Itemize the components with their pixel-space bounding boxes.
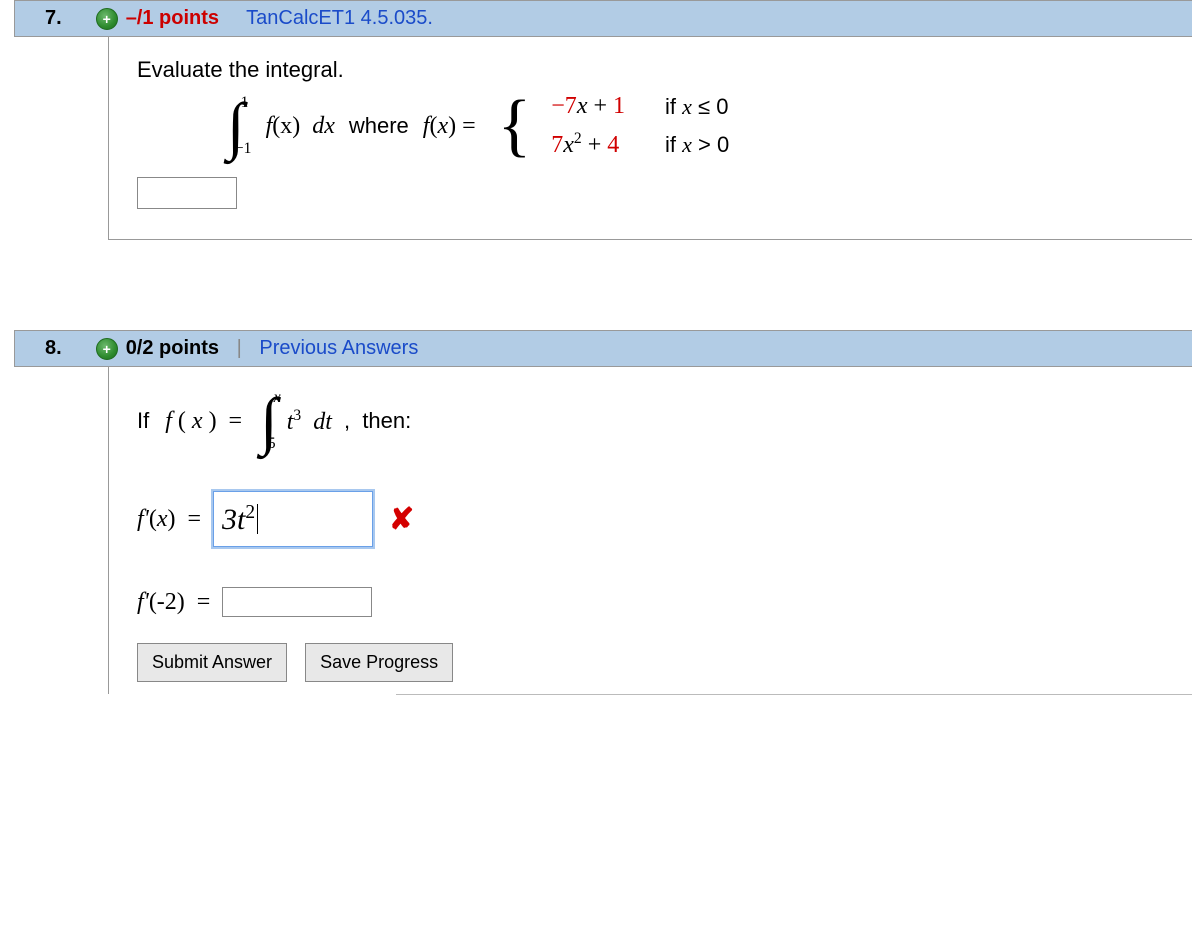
previous-answers-link[interactable]: Previous Answers (259, 337, 418, 360)
then-text: , then: (338, 408, 411, 434)
divider (396, 694, 1192, 704)
fx-label: f(x) = (423, 113, 476, 140)
piece-1-expr: −7x + 1 (551, 93, 625, 120)
integral-symbol: ∫ x 5 (260, 391, 281, 451)
question-8-body: If f(x) = ∫ x 5 t3 dt , then: f'( (108, 367, 1192, 694)
q8-premise: If f(x) = ∫ x 5 t3 dt , then: (137, 391, 1164, 451)
where-text: where (349, 113, 409, 139)
question-8-header: 8. + 0/2 points | Previous Answers (14, 330, 1192, 367)
question-7-header: 7. + –/1 points TanCalcET1 4.5.035. (14, 0, 1192, 37)
save-progress-button[interactable]: Save Progress (305, 643, 453, 682)
question-7: 7. + –/1 points TanCalcET1 4.5.035. Eval… (0, 0, 1192, 240)
fprime-x-label: f'(x) = (137, 506, 207, 533)
fprime-neg2-row: f'(-2) = (137, 587, 1164, 617)
expand-icon[interactable]: + (96, 8, 118, 30)
q8-integrand: t3 dt (287, 407, 332, 436)
integrand: f(x) dx (266, 113, 335, 140)
brace-icon: { (498, 98, 532, 154)
fprime-neg2-input[interactable] (222, 587, 372, 617)
separator: | (231, 337, 247, 360)
q7-answer-input[interactable] (137, 177, 237, 209)
submit-answer-button[interactable]: Submit Answer (137, 643, 287, 682)
piece-2-condition: if x > 0 (665, 132, 729, 158)
fprime-x-input[interactable]: 3t2 (213, 491, 373, 547)
incorrect-icon: ✘ (389, 502, 414, 537)
question-number: 7. (45, 7, 62, 30)
piecewise-definition: −7x + 1 if x ≤ 0 7x2 + 4 if x > 0 (551, 93, 729, 159)
question-8: 8. + 0/2 points | Previous Answers If f(… (0, 330, 1192, 704)
points-label: –/1 points (126, 7, 219, 30)
source-reference: TanCalcET1 4.5.035. (246, 7, 433, 30)
button-row: Submit Answer Save Progress (137, 643, 1164, 682)
expand-icon[interactable]: + (96, 338, 118, 360)
piece-2-expr: 7x2 + 4 (551, 130, 625, 159)
piece-1-condition: if x ≤ 0 (665, 94, 729, 120)
question-7-body: Evaluate the integral. ∫ 1 −1 f(x) dx wh… (108, 37, 1192, 240)
integral-symbol: ∫ 1 −1 (227, 96, 252, 156)
fprime-neg2-label: f'(-2) = (137, 589, 216, 616)
prompt-text: Evaluate the integral. (137, 57, 1164, 83)
points-label: 0/2 points (126, 337, 219, 360)
question-number: 8. (45, 337, 62, 360)
fprime-x-row: f'(x) = 3t2 ✘ (137, 491, 1164, 547)
integral-expression: ∫ 1 −1 f(x) dx where f(x) = { −7x + 1 (227, 93, 1164, 159)
